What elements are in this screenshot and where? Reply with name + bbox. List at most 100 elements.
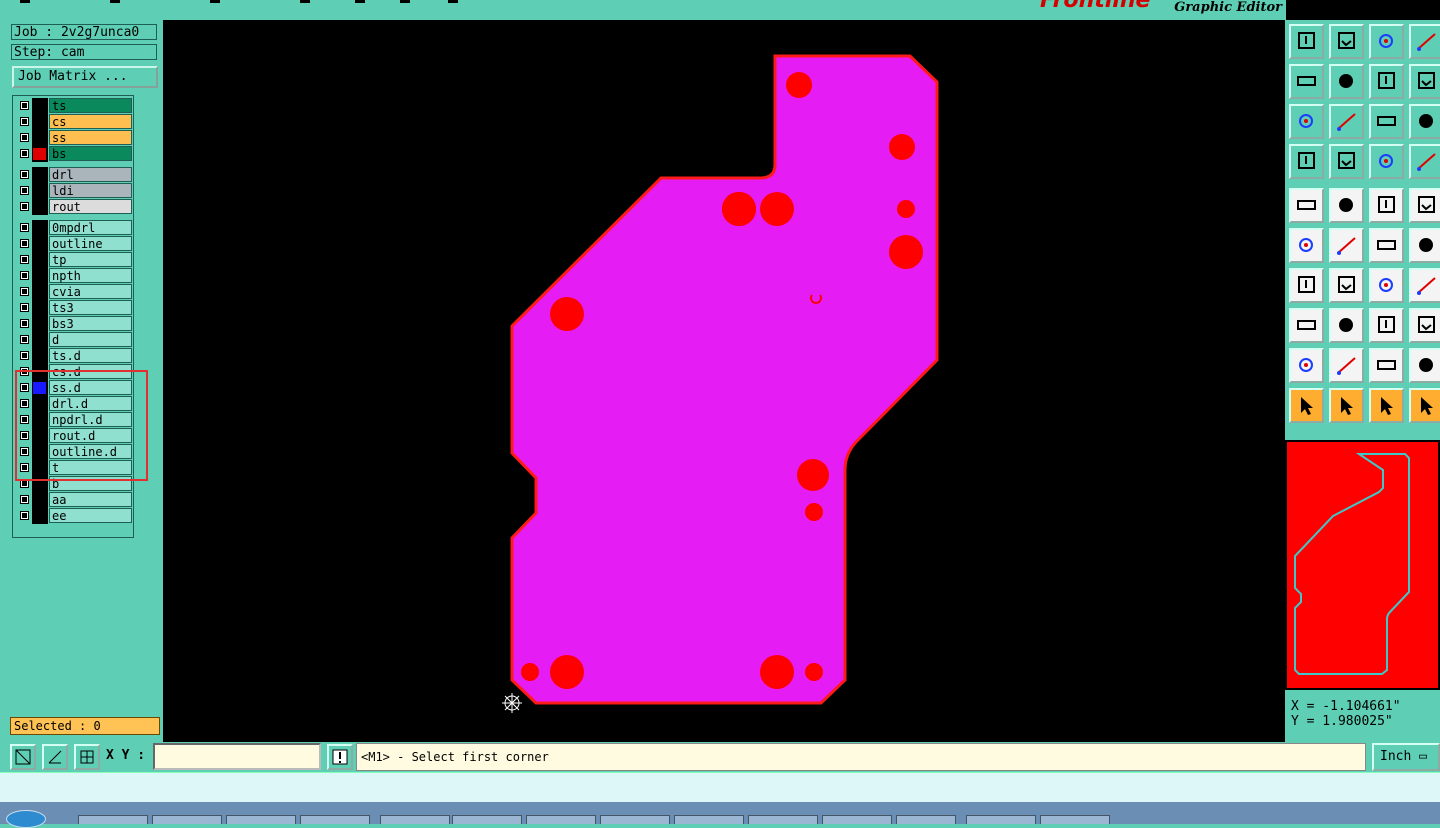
taskbar-item[interactable]	[674, 815, 744, 824]
layer-checkbox[interactable]	[20, 383, 29, 392]
select-arrow-button[interactable]	[1289, 388, 1324, 423]
taskbar-item[interactable]	[526, 815, 596, 824]
layer-display-swatch[interactable]	[33, 132, 46, 144]
center-view-button[interactable]	[1329, 104, 1364, 139]
layer-name[interactable]: aa	[49, 492, 132, 507]
connect-button[interactable]	[1289, 228, 1324, 263]
layer-display-swatch[interactable]	[33, 270, 46, 282]
layer-row-aa[interactable]: aa	[16, 492, 132, 508]
layer-display-swatch[interactable]	[33, 238, 46, 250]
layer-display-swatch[interactable]	[33, 254, 46, 266]
layer-row-bs[interactable]: bs	[16, 146, 132, 162]
text-edit-button[interactable]	[1369, 348, 1404, 383]
copy-node-button[interactable]	[1409, 228, 1440, 263]
snap-grid-button[interactable]	[1329, 144, 1364, 179]
cross-button[interactable]	[1329, 228, 1364, 263]
layer-row-outline[interactable]: outline	[16, 236, 132, 252]
layer-name[interactable]: cvia	[49, 284, 132, 299]
layer-name[interactable]: ss	[49, 130, 132, 145]
layer-name[interactable]: t	[49, 460, 132, 475]
snap-mode-button[interactable]	[10, 744, 36, 770]
layer-row-cs-d[interactable]: cs.d	[16, 364, 132, 380]
layer-display-swatch[interactable]	[33, 100, 46, 112]
layer-name[interactable]: 0mpdrl	[49, 220, 132, 235]
layer-checkbox[interactable]	[20, 255, 29, 264]
zoom-in-button[interactable]	[1289, 64, 1324, 99]
layer-checkbox[interactable]	[20, 287, 29, 296]
layer-row-ee[interactable]: ee	[16, 508, 132, 524]
layer-name[interactable]: ts.d	[49, 348, 132, 363]
pad-button[interactable]	[1289, 188, 1324, 223]
layer-row-rout[interactable]: rout	[16, 199, 132, 215]
layer-name[interactable]: rout	[49, 199, 132, 214]
taskbar-item[interactable]	[380, 815, 450, 824]
layer-name[interactable]: rout.d	[49, 428, 132, 443]
layer-name[interactable]: bs	[49, 146, 132, 161]
layer-name[interactable]: ss.d	[49, 380, 132, 395]
layer-checkbox[interactable]	[20, 101, 29, 110]
layer-name[interactable]: npth	[49, 268, 132, 283]
layer-checkbox[interactable]	[20, 202, 29, 211]
measure-button[interactable]	[1369, 308, 1404, 343]
open-job-button[interactable]	[1289, 24, 1324, 59]
layer-row-ts[interactable]: ts	[16, 98, 132, 114]
layer-display-swatch[interactable]	[33, 350, 46, 362]
layer-checkbox[interactable]	[20, 495, 29, 504]
taskbar-item[interactable]	[966, 815, 1036, 824]
taskbar-item[interactable]	[1040, 815, 1110, 824]
layer-name[interactable]: b	[49, 476, 132, 491]
select-path-button[interactable]	[1409, 388, 1440, 423]
layer-display-swatch[interactable]	[33, 462, 46, 474]
layer-row-ts-d[interactable]: ts.d	[16, 348, 132, 364]
layer-row-d[interactable]: d	[16, 332, 132, 348]
help-button[interactable]	[1409, 104, 1440, 139]
text-delete-button[interactable]	[1409, 348, 1440, 383]
layer-row-ss[interactable]: ss	[16, 130, 132, 146]
select-polygon-button[interactable]	[1369, 388, 1404, 423]
move-node-button[interactable]	[1369, 228, 1404, 263]
arc-button[interactable]	[1369, 268, 1404, 303]
close-job-button[interactable]	[1329, 24, 1364, 59]
job-matrix-button[interactable]: Job Matrix ...	[12, 66, 158, 88]
layer-checkbox[interactable]	[20, 117, 29, 126]
layer-feature-button[interactable]	[1369, 144, 1404, 179]
layer-name[interactable]: ee	[49, 508, 132, 523]
taskbar-item[interactable]	[822, 815, 892, 824]
layer-row-npdrl-d[interactable]: npdrl.d	[16, 412, 132, 428]
board-drawing[interactable]	[163, 20, 1285, 742]
units-selector[interactable]: Inch ▭	[1372, 743, 1440, 771]
layer-display-swatch[interactable]	[33, 398, 46, 410]
undo-view-button[interactable]	[1369, 64, 1404, 99]
layer-name[interactable]: npdrl.d	[49, 412, 132, 427]
layer-checkbox[interactable]	[20, 431, 29, 440]
taskbar-item[interactable]	[600, 815, 670, 824]
layer-name[interactable]: drl.d	[49, 396, 132, 411]
layer-row-b[interactable]: b	[16, 476, 132, 492]
layer-display-swatch[interactable]	[33, 222, 46, 234]
layer-checkbox[interactable]	[20, 399, 29, 408]
layer-checkbox[interactable]	[20, 415, 29, 424]
layer-name[interactable]: outline	[49, 236, 132, 251]
layer-row-npth[interactable]: npth	[16, 268, 132, 284]
grid-view-button[interactable]	[1409, 24, 1440, 59]
layer-display-swatch[interactable]	[33, 116, 46, 128]
layer-display-swatch[interactable]	[33, 334, 46, 346]
measure-mode-button[interactable]	[42, 744, 68, 770]
layer-checkbox[interactable]	[20, 170, 29, 179]
layer-checkbox[interactable]	[20, 239, 29, 248]
layer-checkbox[interactable]	[20, 149, 29, 158]
ruler-button[interactable]	[1369, 188, 1404, 223]
board-preview[interactable]	[1285, 440, 1440, 690]
layer-name[interactable]: cs	[49, 114, 132, 129]
layer-feature-alt-button[interactable]	[1409, 144, 1440, 179]
taskbar-item[interactable]	[226, 815, 296, 824]
layer-name[interactable]: cs.d	[49, 364, 132, 379]
minus-button[interactable]	[1329, 308, 1364, 343]
dot-button[interactable]	[1409, 188, 1440, 223]
text-add-button[interactable]	[1329, 348, 1364, 383]
select-box-button[interactable]	[1329, 388, 1364, 423]
layer-checkbox[interactable]	[20, 351, 29, 360]
layer-row-drl-d[interactable]: drl.d	[16, 396, 132, 412]
layer-row-0mpdrl[interactable]: 0mpdrl	[16, 220, 132, 236]
layer-display-swatch[interactable]	[33, 366, 46, 378]
